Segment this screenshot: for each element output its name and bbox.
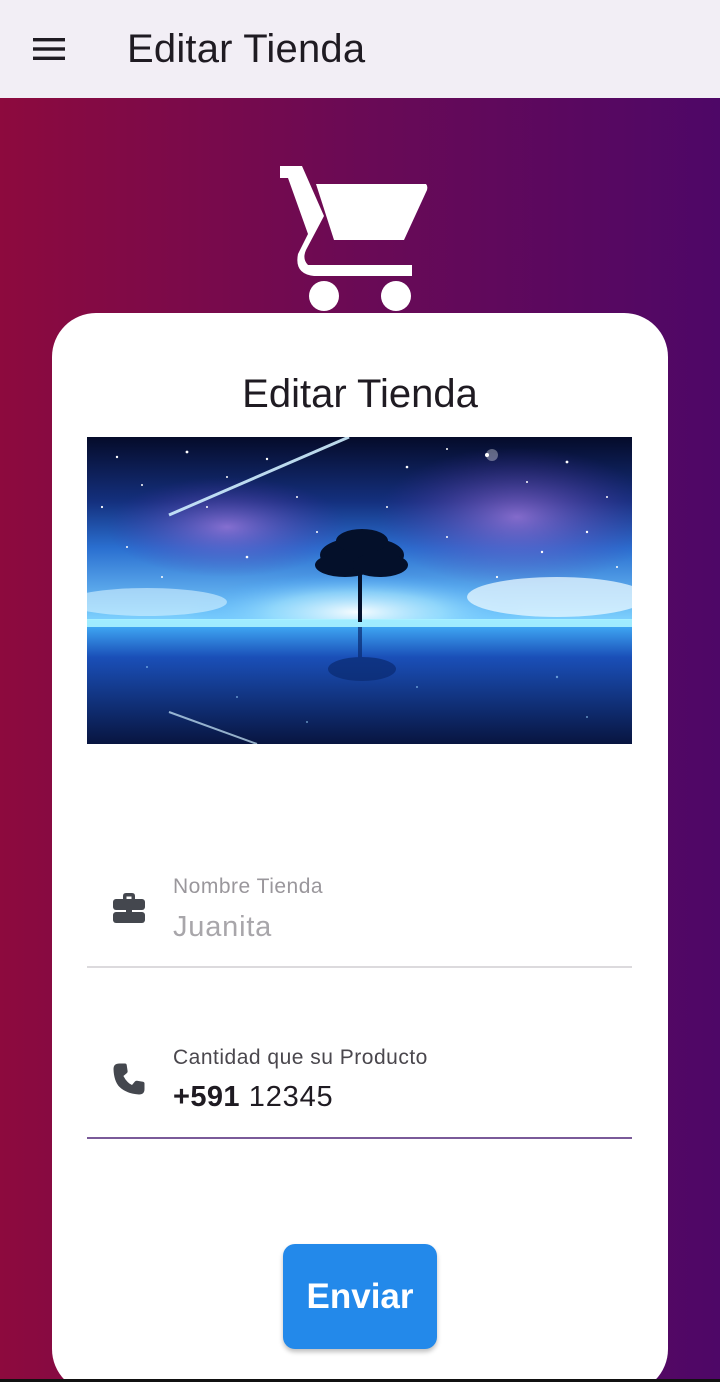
quantity-value-row: +591 12345 (173, 1081, 333, 1114)
app-bar: Editar Tienda (0, 0, 720, 98)
store-name-underline (87, 966, 632, 968)
quantity-value: 12345 (248, 1081, 334, 1113)
quantity-field[interactable]: Cantidad que su Producto +591 12345 (87, 1020, 632, 1142)
quantity-underline (87, 1137, 632, 1139)
submit-button[interactable]: Enviar (283, 1244, 437, 1349)
quantity-label: Cantidad que su Producto (173, 1046, 428, 1069)
card-title: Editar Tienda (242, 372, 478, 416)
menu-icon (33, 38, 65, 60)
store-banner-image[interactable] (87, 437, 632, 744)
store-name-field[interactable]: Nombre Tienda Juanita (87, 850, 632, 970)
app-screen: Editar Tienda Editar Tienda Nombre Tiend… (0, 0, 720, 1382)
phone-icon (113, 1063, 145, 1095)
menu-button[interactable] (22, 26, 76, 72)
page-title: Editar Tienda (127, 27, 366, 71)
country-code-prefix: +591 (173, 1081, 240, 1113)
briefcase-icon (113, 893, 145, 923)
store-name-label: Nombre Tienda (173, 875, 324, 898)
shopping-cart-icon (280, 166, 428, 311)
store-name-value: Juanita (173, 911, 273, 943)
starry-night-tree-image (87, 437, 632, 744)
